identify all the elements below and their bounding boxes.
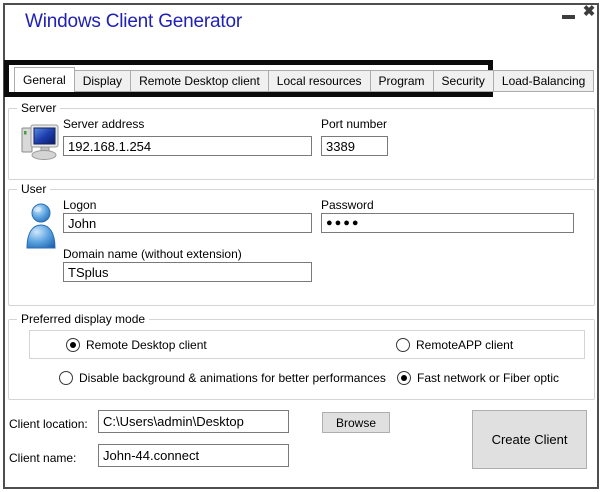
client-name-input[interactable] <box>98 444 289 467</box>
tab-general[interactable]: General <box>14 67 75 92</box>
port-number-input[interactable] <box>321 136 388 156</box>
radio-label: RemoteAPP client <box>416 338 513 352</box>
radio-button-icon <box>59 371 73 385</box>
client-name-label: Client name: <box>9 451 76 465</box>
browse-button[interactable]: Browse <box>322 412 390 433</box>
radio-button-icon <box>66 338 80 352</box>
client-location-input[interactable] <box>98 410 289 433</box>
radio-label: Remote Desktop client <box>86 338 207 352</box>
page-title: Windows Client Generator <box>25 11 242 33</box>
tab-display[interactable]: Display <box>75 70 131 91</box>
server-group-title: Server <box>17 101 60 115</box>
domain-label: Domain name (without extension) <box>63 247 242 261</box>
radio-label: Disable background & animations for bett… <box>79 371 386 385</box>
tab-strip: General Display Remote Desktop client Lo… <box>14 67 594 92</box>
tab-local-resources[interactable]: Local resources <box>269 70 371 91</box>
display-mode-panel: Remote Desktop client RemoteAPP client <box>29 330 585 359</box>
display-mode-group: Preferred display mode Remote Desktop cl… <box>8 319 595 400</box>
password-input[interactable] <box>321 213 574 233</box>
tab-load-balancing[interactable]: Load-Balancing <box>494 70 594 91</box>
close-icon[interactable]: ✖ <box>579 2 599 22</box>
computer-icon <box>19 121 61 168</box>
user-group-title: User <box>17 182 50 196</box>
radio-label: Fast network or Fiber optic <box>417 371 559 385</box>
tab-strip-highlight: General Display Remote Desktop client Lo… <box>4 60 493 97</box>
radio-button-icon <box>396 338 410 352</box>
tab-program[interactable]: Program <box>371 70 434 91</box>
domain-input[interactable] <box>63 262 312 282</box>
display-mode-group-title: Preferred display mode <box>17 312 149 326</box>
radio-fast-network[interactable]: Fast network or Fiber optic <box>397 371 559 385</box>
client-generator-window: Windows Client Generator ✖ General Displ… <box>0 0 602 492</box>
server-address-label: Server address <box>63 117 144 131</box>
password-label: Password <box>321 198 374 212</box>
client-location-label: Client location: <box>9 417 88 431</box>
user-icon <box>21 202 61 255</box>
minimize-icon[interactable] <box>562 15 575 19</box>
radio-button-icon <box>397 371 411 385</box>
radio-disable-background[interactable]: Disable background & animations for bett… <box>59 371 386 385</box>
server-group: Server Server address Port number <box>8 108 595 180</box>
radio-remoteapp-client[interactable]: RemoteAPP client <box>396 338 513 352</box>
create-client-button[interactable]: Create Client <box>472 410 587 469</box>
radio-remote-desktop-client[interactable]: Remote Desktop client <box>66 338 207 352</box>
tab-security[interactable]: Security <box>434 70 494 91</box>
tab-remote-desktop-client[interactable]: Remote Desktop client <box>131 70 269 91</box>
logon-input[interactable] <box>63 213 312 233</box>
server-address-input[interactable] <box>63 136 312 156</box>
logon-label: Logon <box>63 198 96 212</box>
user-group: User Logon Password Domain name (without… <box>8 189 595 306</box>
port-number-label: Port number <box>321 117 387 131</box>
